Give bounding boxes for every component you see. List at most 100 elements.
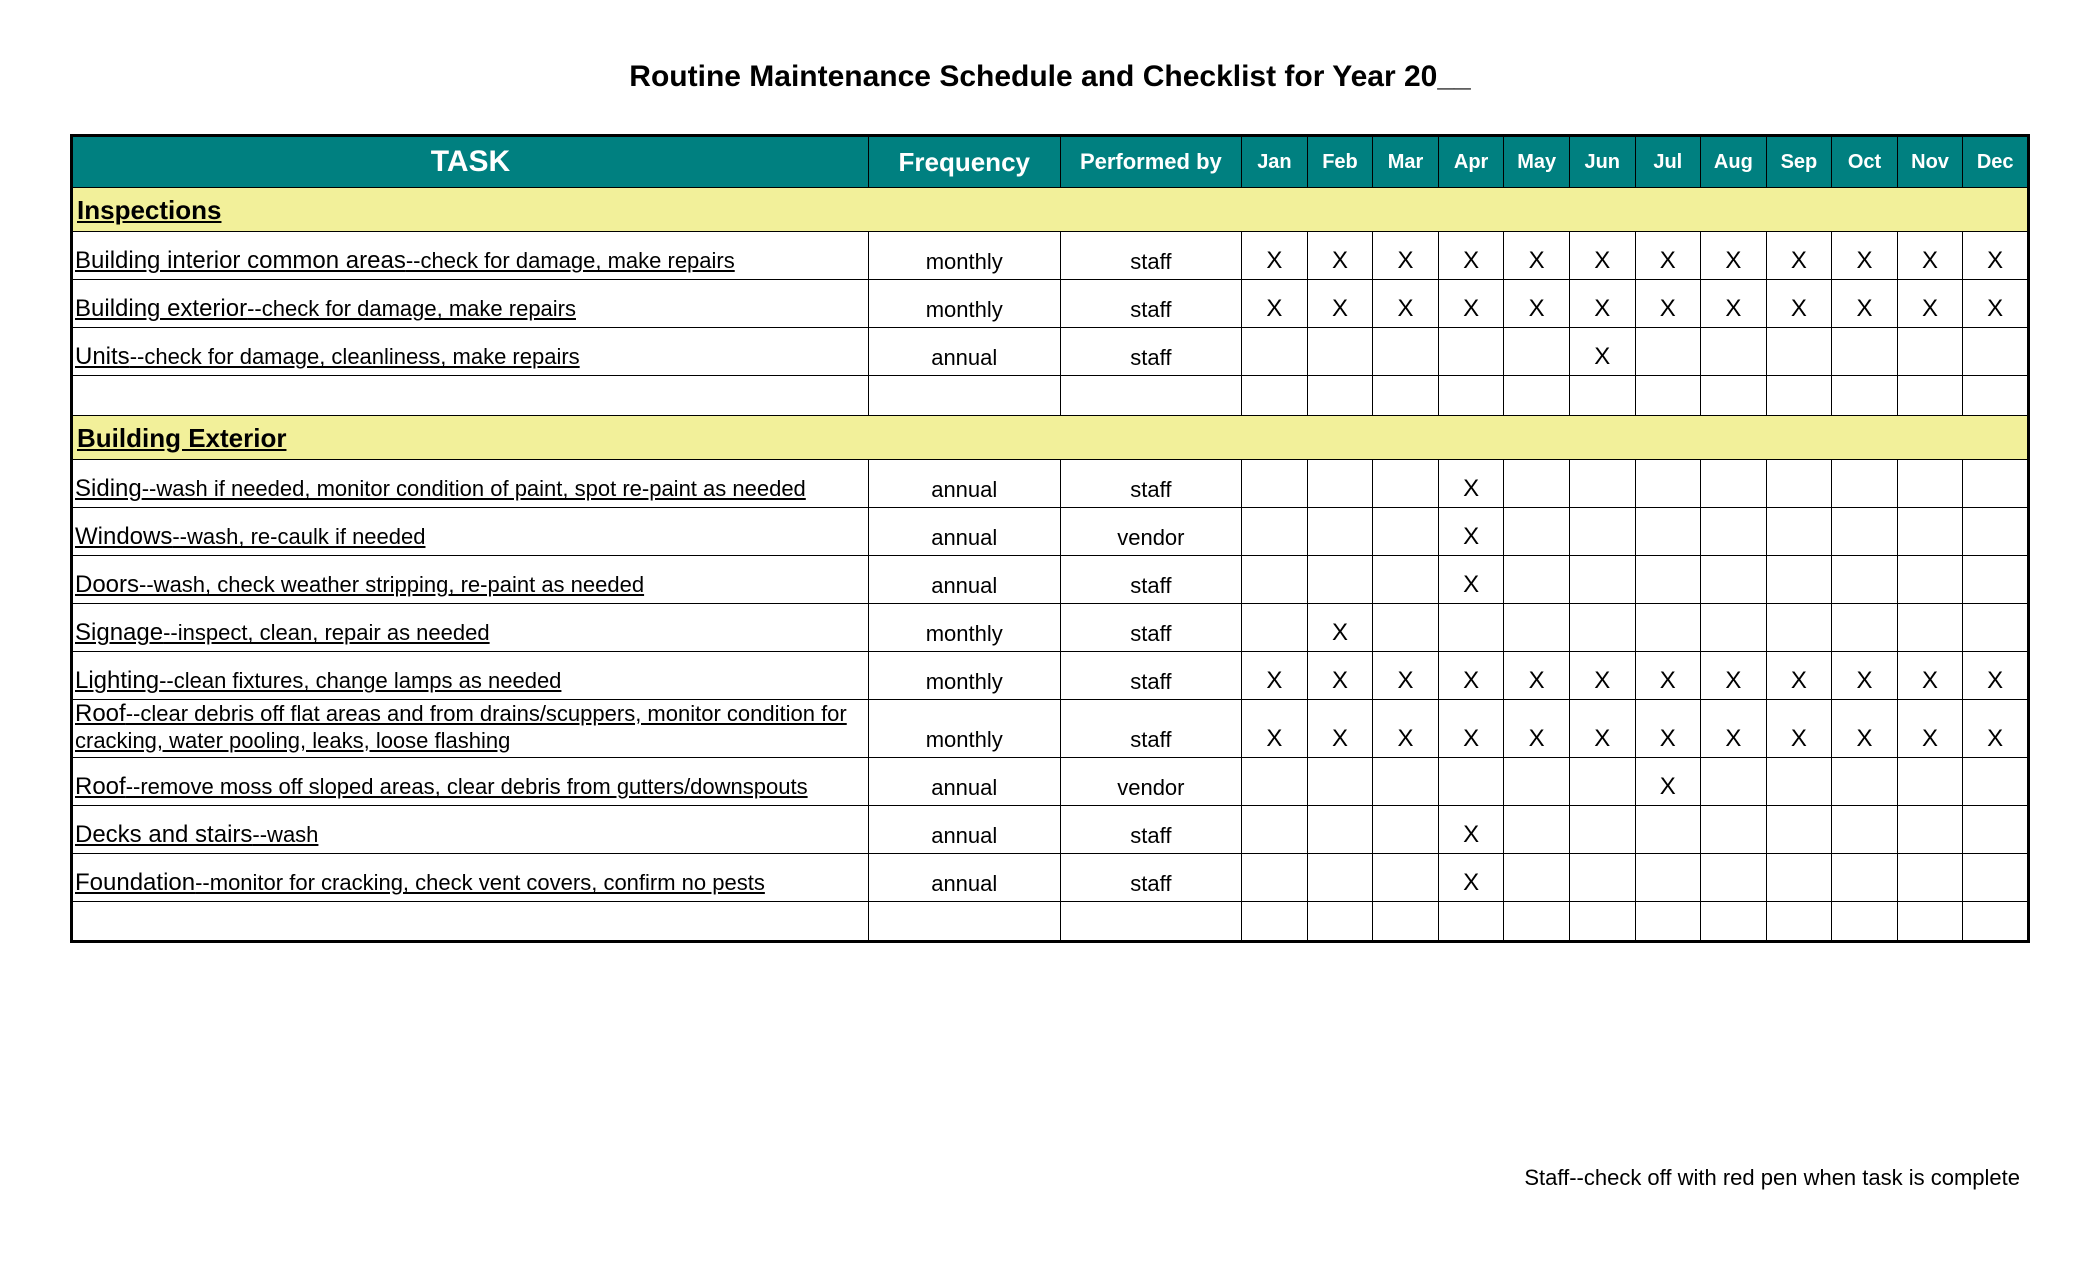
frequency-cell: annual	[868, 328, 1060, 376]
month-cell: X	[1242, 700, 1308, 758]
section-heading: Inspections	[72, 188, 2029, 232]
task-cell: Roof--clear debris off flat areas and fr…	[72, 700, 869, 758]
month-cell	[1963, 758, 2029, 806]
month-cell	[1832, 854, 1898, 902]
month-cell: X	[1766, 652, 1832, 700]
month-cell: X	[1897, 232, 1963, 280]
task-name: Building exterior	[75, 295, 247, 322]
task-cell: Siding--wash if needed, monitor conditio…	[72, 460, 869, 508]
task-cell: Building interior common areas--check fo…	[72, 232, 869, 280]
task-desc: --wash, check weather stripping, re-pain…	[139, 572, 644, 597]
month-cell	[1373, 854, 1439, 902]
month-cell	[1832, 806, 1898, 854]
table-row: Roof--remove moss off sloped areas, clea…	[72, 758, 2029, 806]
task-cell: Signage--inspect, clean, repair as neede…	[72, 604, 869, 652]
month-cell: X	[1438, 700, 1504, 758]
table-row: Units--check for damage, cleanliness, ma…	[72, 328, 2029, 376]
month-cell: X	[1635, 758, 1701, 806]
col-month-nov: Nov	[1897, 136, 1963, 188]
month-cell	[1373, 604, 1439, 652]
month-cell	[1701, 758, 1767, 806]
month-cell	[1307, 460, 1373, 508]
month-cell	[1701, 460, 1767, 508]
col-month-may: May	[1504, 136, 1570, 188]
month-cell	[1897, 854, 1963, 902]
month-cell	[1242, 758, 1308, 806]
col-month-jun: Jun	[1569, 136, 1635, 188]
month-cell	[1832, 460, 1898, 508]
month-cell: X	[1701, 232, 1767, 280]
month-cell: X	[1897, 652, 1963, 700]
month-cell	[1897, 328, 1963, 376]
month-cell	[1897, 556, 1963, 604]
month-cell	[1242, 508, 1308, 556]
performed-by-cell: staff	[1060, 232, 1242, 280]
frequency-cell: monthly	[868, 604, 1060, 652]
month-cell	[1504, 556, 1570, 604]
month-cell: X	[1307, 604, 1373, 652]
task-name: Windows	[75, 523, 172, 550]
col-month-feb: Feb	[1307, 136, 1373, 188]
month-cell: X	[1504, 280, 1570, 328]
month-cell: X	[1307, 700, 1373, 758]
month-cell: X	[1373, 652, 1439, 700]
month-cell: X	[1635, 232, 1701, 280]
month-cell	[1373, 806, 1439, 854]
month-cell	[1701, 806, 1767, 854]
col-month-jan: Jan	[1242, 136, 1308, 188]
task-desc: --remove moss off sloped areas, clear de…	[126, 774, 808, 799]
month-cell	[1897, 758, 1963, 806]
task-name: Roof	[75, 700, 126, 727]
month-cell: X	[1766, 280, 1832, 328]
month-cell	[1832, 556, 1898, 604]
month-cell: X	[1569, 700, 1635, 758]
month-cell	[1963, 556, 2029, 604]
month-cell	[1635, 806, 1701, 854]
month-cell	[1832, 758, 1898, 806]
schedule-table: TASK Frequency Performed by Jan Feb Mar …	[70, 134, 2030, 943]
frequency-cell: monthly	[868, 280, 1060, 328]
month-cell: X	[1635, 280, 1701, 328]
month-cell	[1438, 758, 1504, 806]
month-cell: X	[1832, 232, 1898, 280]
col-month-aug: Aug	[1701, 136, 1767, 188]
month-cell	[1438, 328, 1504, 376]
task-name: Doors	[75, 571, 139, 598]
month-cell: X	[1242, 232, 1308, 280]
month-cell	[1635, 556, 1701, 604]
table-body: InspectionsBuilding interior common area…	[72, 188, 2029, 942]
month-cell: X	[1504, 232, 1570, 280]
month-cell	[1373, 758, 1439, 806]
col-month-oct: Oct	[1832, 136, 1898, 188]
month-cell	[1242, 604, 1308, 652]
month-cell: X	[1569, 328, 1635, 376]
task-name: Decks and stairs	[75, 821, 252, 848]
task-cell: Roof--remove moss off sloped areas, clea…	[72, 758, 869, 806]
task-name: Siding	[75, 475, 142, 502]
month-cell: X	[1569, 232, 1635, 280]
performed-by-cell: vendor	[1060, 508, 1242, 556]
spacer-row	[72, 376, 2029, 416]
task-cell: Windows--wash, re-caulk if needed	[72, 508, 869, 556]
month-cell: X	[1766, 700, 1832, 758]
month-cell	[1569, 508, 1635, 556]
month-cell: X	[1963, 232, 2029, 280]
month-cell: X	[1438, 806, 1504, 854]
page: Routine Maintenance Schedule and Checkli…	[0, 0, 2100, 1275]
month-cell: X	[1307, 652, 1373, 700]
month-cell: X	[1438, 232, 1504, 280]
month-cell	[1766, 758, 1832, 806]
col-month-mar: Mar	[1373, 136, 1439, 188]
month-cell: X	[1307, 280, 1373, 328]
month-cell	[1242, 854, 1308, 902]
month-cell	[1504, 758, 1570, 806]
month-cell	[1373, 328, 1439, 376]
month-cell	[1766, 806, 1832, 854]
month-cell	[1373, 556, 1439, 604]
frequency-cell: annual	[868, 758, 1060, 806]
frequency-cell: monthly	[868, 232, 1060, 280]
task-cell: Units--check for damage, cleanliness, ma…	[72, 328, 869, 376]
col-month-sep: Sep	[1766, 136, 1832, 188]
month-cell	[1701, 328, 1767, 376]
task-desc: --wash	[252, 822, 318, 847]
